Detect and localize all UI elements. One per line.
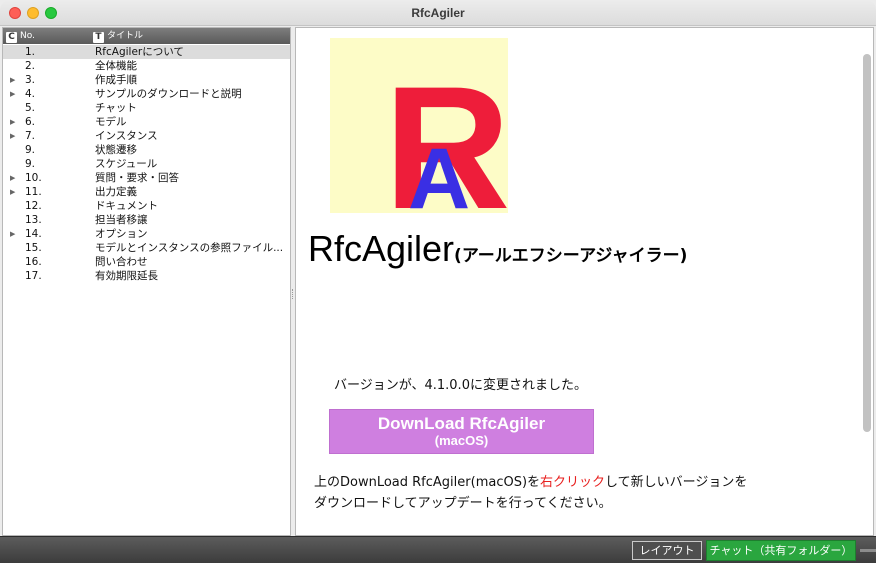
- list-item-number: 3.: [25, 74, 36, 86]
- list-item[interactable]: ▶ 10. 質問・要求・回答: [3, 171, 290, 185]
- disclosure-triangle-icon[interactable]: ▶: [10, 129, 15, 143]
- disclosure-triangle-icon[interactable]: ▶: [10, 73, 15, 87]
- title-bar: RfcAgiler: [0, 0, 876, 26]
- list-item-title: インスタンス: [95, 130, 158, 142]
- download-button-label: DownLoad RfcAgiler: [377, 414, 546, 433]
- list-item-title: 質問・要求・回答: [95, 172, 179, 184]
- list-item-title: 全体機能: [95, 60, 137, 72]
- list-item-title: 担当者移譲: [95, 214, 148, 226]
- list-item[interactable]: 1. RfcAgilerについて: [3, 45, 290, 59]
- list-item-number: 1.: [25, 46, 36, 58]
- topic-rows: 1. RfcAgilerについて 2. 全体機能 ▶ 3. 作成手順 ▶ 4. サンプルのダウンロ…: [3, 44, 290, 283]
- list-item[interactable]: 12. ドキュメント: [3, 199, 290, 213]
- disclosure-triangle-icon[interactable]: ▶: [10, 185, 15, 199]
- disclosure-triangle-icon[interactable]: ▶: [10, 115, 15, 129]
- list-item-number: 13.: [25, 214, 42, 226]
- list-item-title: モデル: [95, 116, 127, 128]
- content-view: R A RfcAgiler(アールエフシーアジャイラー) バージョンが、4.1.…: [295, 27, 874, 536]
- right-click-highlight: 右クリック: [540, 475, 606, 490]
- list-item[interactable]: 13. 担当者移譲: [3, 213, 290, 227]
- list-item-number: 7.: [25, 130, 36, 142]
- list-item-title: 状態遷移: [95, 144, 137, 156]
- list-item-number: 4.: [25, 88, 36, 100]
- list-item-title: 有効期限延長: [95, 270, 158, 282]
- list-item[interactable]: ▶ 11. 出力定義: [3, 185, 290, 199]
- list-item[interactable]: ▶ 7. インスタンス: [3, 129, 290, 143]
- list-item[interactable]: ▶ 14. オプション: [3, 227, 290, 241]
- list-item-number: 15.: [25, 242, 42, 254]
- scrollbar-thumb[interactable]: [863, 54, 871, 432]
- list-item-number: 6.: [25, 116, 36, 128]
- rfcagiler-logo: R A: [330, 38, 508, 213]
- list-column-header: C No. T タイトル: [3, 28, 290, 44]
- list-item-title: ドキュメント: [95, 200, 158, 212]
- list-item[interactable]: 17. 有効期限延長: [3, 269, 290, 283]
- list-item-number: 12.: [25, 200, 42, 212]
- list-item-number: 14.: [25, 228, 42, 240]
- disclosure-triangle-icon[interactable]: ▶: [10, 87, 15, 101]
- list-item[interactable]: 16. 問い合わせ: [3, 255, 290, 269]
- list-item-title: RfcAgilerについて: [95, 46, 184, 58]
- list-item-number: 5.: [25, 102, 36, 114]
- divider-grip-icon: [292, 289, 294, 299]
- instructions-line-1: 上のDownLoad RfcAgiler(macOS)を右クリックして新しいバー…: [314, 472, 747, 493]
- topic-list-panel: C No. T タイトル 1. RfcAgilerについて 2. 全体機能 ▶ 3. 作成手…: [2, 27, 291, 536]
- window-title: RfcAgiler: [411, 6, 465, 20]
- content-scrollbar[interactable]: [861, 30, 871, 533]
- download-button-platform: (macOS): [434, 433, 489, 448]
- update-instructions: 上のDownLoad RfcAgiler(macOS)を右クリックして新しいバー…: [314, 472, 747, 514]
- list-item-title: 出力定義: [95, 186, 137, 198]
- list-item[interactable]: ▶ 4. サンプルのダウンロードと説明: [3, 87, 290, 101]
- column-type-t-icon: T: [93, 31, 104, 43]
- toolbar-end-handle: [860, 549, 876, 552]
- column-no-label: No.: [20, 31, 35, 41]
- column-type-c-icon: C: [6, 31, 17, 43]
- list-item-number: 11.: [25, 186, 42, 198]
- list-item[interactable]: ▶ 6. モデル: [3, 115, 290, 129]
- app-heading: RfcAgiler(アールエフシーアジャイラー): [308, 228, 687, 270]
- download-rfcagiler-button[interactable]: DownLoad RfcAgiler (macOS): [329, 409, 594, 454]
- list-item-number: 9.: [25, 158, 36, 170]
- logo-a-glyph: A: [408, 131, 470, 213]
- list-item-title: 問い合わせ: [95, 256, 148, 268]
- list-item-title: サンプルのダウンロードと説明: [95, 88, 242, 100]
- version-notice: バージョンが、4.1.0.0に変更されました。: [334, 378, 587, 393]
- list-item-title: 作成手順: [95, 74, 137, 86]
- bottom-toolbar: レイアウト チャット（共有フォルダー）: [0, 536, 876, 563]
- list-item-title: チャット: [95, 102, 137, 114]
- list-item-title: スケジュール: [95, 158, 158, 170]
- disclosure-triangle-icon[interactable]: ▶: [10, 171, 15, 185]
- column-no-header[interactable]: C No.: [4, 28, 35, 44]
- list-item[interactable]: ▶ 3. 作成手順: [3, 73, 290, 87]
- list-item-number: 2.: [25, 60, 36, 72]
- instructions-text-1: 上のDownLoad RfcAgiler(macOS)を: [314, 475, 541, 490]
- list-item-title: モデルとインスタンスの参照ファイル...: [95, 242, 284, 254]
- list-item-number: 17.: [25, 270, 42, 282]
- column-title-label: タイトル: [107, 31, 144, 41]
- disclosure-triangle-icon[interactable]: ▶: [10, 227, 15, 241]
- layout-button[interactable]: レイアウト: [632, 541, 702, 560]
- instructions-line-2: ダウンロードしてアップデートを行ってください。: [314, 496, 612, 511]
- instructions-text-2: して新しいバージョンを: [605, 475, 748, 490]
- column-title-header[interactable]: T タイトル: [91, 28, 143, 44]
- list-item[interactable]: 2. 全体機能: [3, 59, 290, 73]
- list-item[interactable]: 9. 状態遷移: [3, 143, 290, 157]
- list-item[interactable]: 5. チャット: [3, 101, 290, 115]
- list-item[interactable]: 9. スケジュール: [3, 157, 290, 171]
- list-item-number: 9.: [25, 144, 36, 156]
- chat-shared-folder-button[interactable]: チャット（共有フォルダー）: [706, 540, 856, 561]
- app-heading-name: RfcAgiler: [308, 228, 455, 269]
- list-item-number: 16.: [25, 256, 42, 268]
- list-item-title: オプション: [95, 228, 148, 240]
- app-heading-reading: (アールエフシーアジャイラー): [454, 246, 688, 266]
- list-item-number: 10.: [25, 172, 42, 184]
- list-item[interactable]: 15. モデルとインスタンスの参照ファイル...: [3, 241, 290, 255]
